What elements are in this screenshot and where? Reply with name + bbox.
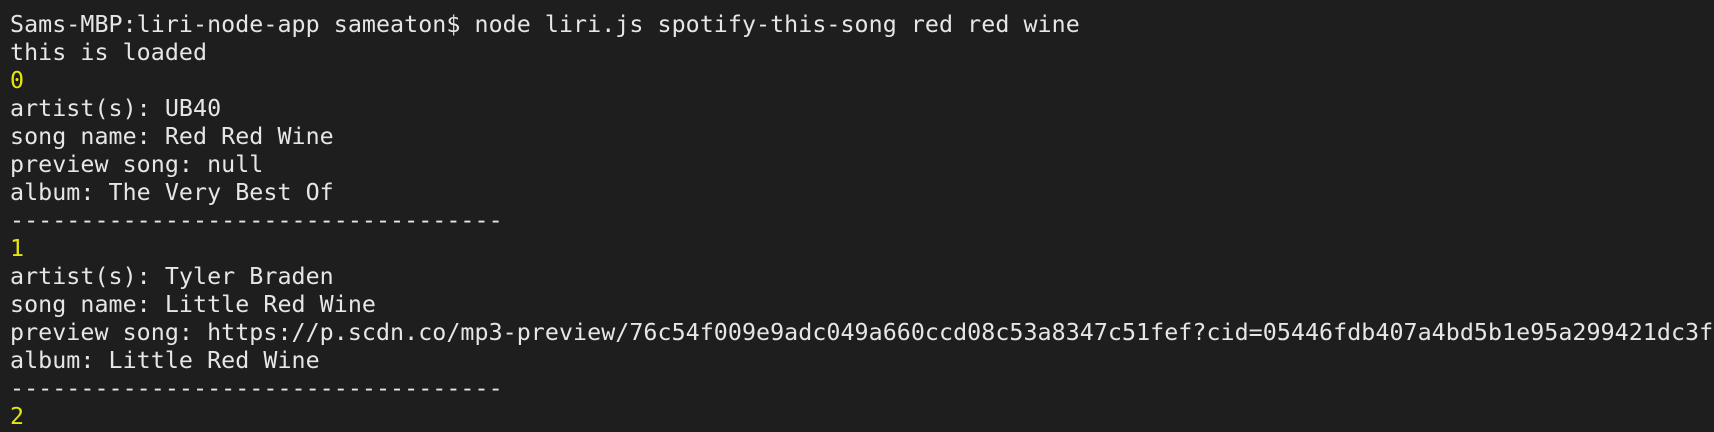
- album-line: album: The Very Best Of: [10, 179, 334, 206]
- result-index: 1: [10, 235, 25, 262]
- artist-line: artist(s): Tyler Braden: [10, 263, 334, 290]
- loaded-message: this is loaded: [10, 39, 208, 66]
- preview-song-line: preview song: null: [10, 151, 264, 178]
- separator-line: -----------------------------------: [10, 207, 503, 234]
- result-index: 2: [10, 403, 25, 430]
- command-line: Sams-MBP:liri-node-app sameaton$ node li…: [10, 11, 1080, 38]
- artist-line: artist(s): UB40: [10, 95, 222, 122]
- preview-song-line: preview song: https://p.scdn.co/mp3-prev…: [10, 319, 1714, 346]
- separator-line: -----------------------------------: [10, 375, 503, 402]
- song-name-line: song name: Little Red Wine: [10, 291, 376, 318]
- song-name-line: song name: Red Red Wine: [10, 123, 334, 150]
- result-index: 0: [10, 67, 25, 94]
- album-line: album: Little Red Wine: [10, 347, 320, 374]
- terminal-output[interactable]: Sams-MBP:liri-node-app sameaton$ node li…: [0, 0, 1714, 432]
